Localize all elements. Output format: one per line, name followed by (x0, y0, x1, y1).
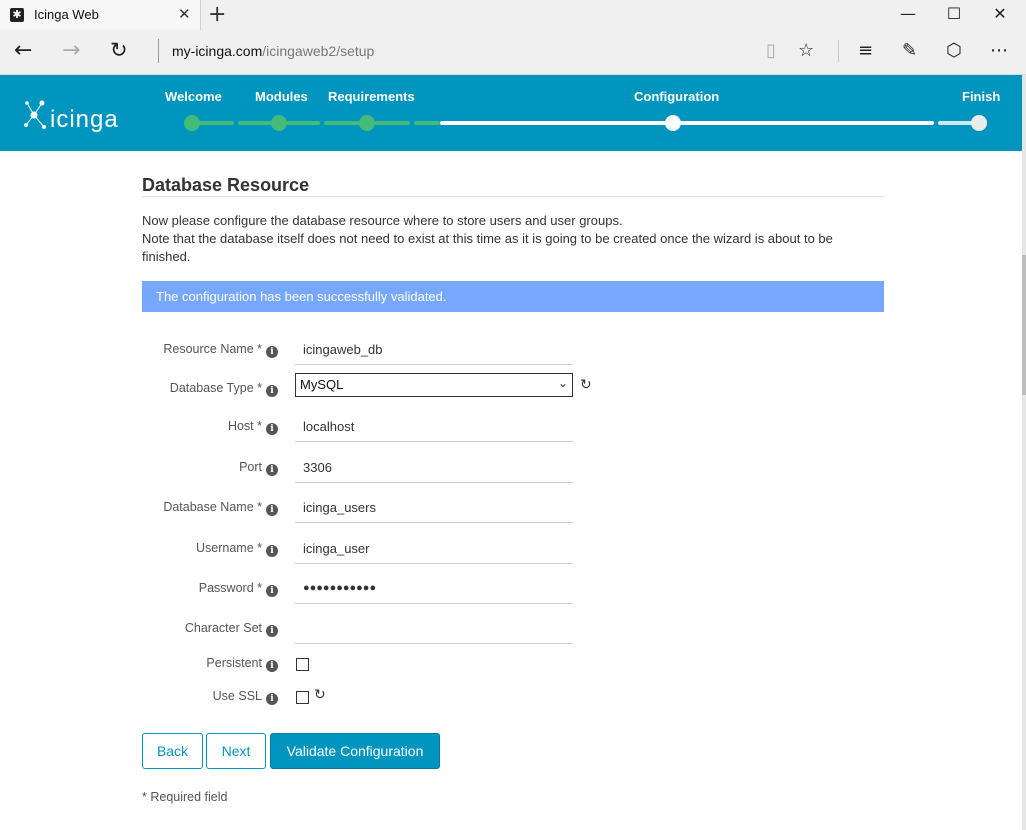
reload-icon[interactable]: ↻ (580, 377, 592, 393)
password-input[interactable]: ●●●●●●●●●●● (295, 573, 573, 604)
form-row-username: Username * i icinga_user (142, 533, 884, 564)
page-title: Database Resource (142, 175, 310, 195)
success-alert: The configuration has been successfully … (142, 281, 884, 312)
browser-tab[interactable]: ✱ Icinga Web ✕ (0, 0, 201, 30)
intro-line-2: Note that the database itself does not n… (142, 231, 833, 264)
more-menu-icon[interactable]: ⋯ (990, 40, 1008, 61)
step-finish-dot (971, 115, 987, 131)
reading-view-icon[interactable]: ▯ (766, 40, 776, 61)
step-requirements-label[interactable]: Requirements (328, 89, 415, 104)
password-label: Password * i (199, 581, 278, 597)
icinga-favicon-icon: ✱ (10, 8, 24, 22)
toolbar-separator (838, 40, 839, 62)
charset-input[interactable] (295, 613, 573, 644)
database-type-select[interactable]: MySQL ⌄ (295, 373, 573, 397)
step-configuration-label[interactable]: Configuration (634, 89, 719, 104)
database-type-label: Database Type * i (170, 381, 278, 397)
url-host: my-icinga.com (172, 43, 263, 59)
chevron-down-icon: ⌄ (557, 376, 568, 390)
info-icon[interactable]: i (266, 660, 278, 672)
page-scrollbar[interactable] (1022, 75, 1026, 830)
share-icon[interactable]: ⬡ (946, 40, 962, 61)
persistent-label: Persistent i (206, 656, 278, 672)
info-icon[interactable]: i (266, 545, 278, 557)
form-row-use-ssl: Use SSL i ↻ (142, 687, 884, 718)
back-arrow-icon[interactable]: ← (14, 38, 32, 63)
setup-header: icinga Welcome Modules Requirements Conf… (0, 75, 1022, 151)
step-modules-dot (271, 115, 287, 131)
step-configuration-dot (665, 115, 681, 131)
form-row-charset: Character Set i (142, 613, 884, 644)
scrollbar-thumb[interactable] (1022, 255, 1026, 395)
alert-text: The configuration has been successfully … (156, 289, 447, 304)
form-row-database-type: Database Type * i MySQL ⌄ ↻ (142, 373, 884, 403)
minimize-button[interactable]: — (888, 4, 928, 23)
form-row-resource-name: Resource Name * i icingaweb_db (142, 334, 884, 365)
resource-name-label: Resource Name * i (163, 342, 278, 358)
info-icon[interactable]: i (266, 693, 278, 705)
back-button[interactable]: Back (142, 733, 203, 769)
step-welcome-label[interactable]: Welcome (165, 89, 222, 104)
page: icinga Welcome Modules Requirements Conf… (0, 75, 1022, 830)
required-field-note: * Required field (142, 790, 228, 804)
address-separator (158, 39, 159, 63)
info-icon[interactable]: i (266, 585, 278, 597)
address-bar[interactable]: my-icinga.com/icingaweb2/setup (172, 43, 374, 59)
port-input[interactable]: 3306 (295, 452, 573, 483)
form-row-password: Password * i ●●●●●●●●●●● (142, 573, 884, 604)
step-modules-label[interactable]: Modules (255, 89, 308, 104)
form-row-persistent: Persistent i (142, 655, 884, 685)
progress-segment-requirements-end (414, 121, 440, 125)
validate-configuration-button[interactable]: Validate Configuration (270, 733, 440, 769)
hub-menu-icon[interactable]: ≡ (858, 40, 873, 61)
form-row-database-name: Database Name * i icinga_users (142, 492, 884, 523)
username-input[interactable]: icinga_user (295, 533, 573, 564)
persistent-checkbox[interactable] (296, 658, 309, 671)
browser-toolbar: ← → ↻ my-icinga.com/icingaweb2/setup ▯ ☆… (0, 30, 1026, 75)
username-label: Username * i (196, 541, 278, 557)
progress-segment-configuration (440, 121, 934, 125)
database-name-label: Database Name * i (163, 500, 278, 516)
step-finish-label[interactable]: Finish (962, 89, 1000, 104)
info-icon[interactable]: i (266, 464, 278, 476)
resource-name-input[interactable]: icingaweb_db (295, 334, 573, 365)
title-divider (142, 196, 884, 197)
info-icon[interactable]: i (266, 346, 278, 358)
port-label: Port i (239, 460, 278, 476)
step-requirements-dot (359, 115, 375, 131)
refresh-icon[interactable]: ↻ (110, 38, 128, 62)
info-icon[interactable]: i (266, 385, 278, 397)
window-close-button[interactable]: ✕ (980, 4, 1020, 23)
info-icon[interactable]: i (266, 504, 278, 516)
tab-close-icon[interactable]: ✕ (178, 5, 191, 23)
host-label: Host * i (228, 419, 278, 435)
web-note-icon[interactable]: ✎ (902, 40, 917, 61)
use-ssl-label: Use SSL i (213, 689, 278, 705)
charset-label: Character Set i (185, 621, 278, 637)
database-name-input[interactable]: icinga_users (295, 492, 573, 523)
next-button[interactable]: Next (206, 733, 266, 769)
url-path: /icingaweb2/setup (262, 43, 375, 59)
maximize-button[interactable]: ☐ (934, 4, 974, 23)
favorite-star-icon[interactable]: ☆ (798, 40, 814, 61)
step-welcome-dot (184, 115, 200, 131)
logo-text: icinga (50, 106, 119, 133)
reload-icon[interactable]: ↻ (314, 687, 326, 703)
form-row-host: Host * i localhost (142, 411, 884, 442)
form-row-port: Port i 3306 (142, 452, 884, 483)
browser-titlebar: ✱ Icinga Web ✕ + — ☐ ✕ (0, 0, 1026, 31)
use-ssl-checkbox[interactable] (296, 691, 309, 704)
info-icon[interactable]: i (266, 423, 278, 435)
new-tab-button[interactable]: + (208, 2, 226, 27)
host-input[interactable]: localhost (295, 411, 573, 442)
intro-text: Now please configure the database resour… (142, 212, 884, 266)
forward-arrow-icon[interactable]: → (62, 38, 80, 63)
tab-title: Icinga Web (34, 7, 99, 22)
intro-line-1: Now please configure the database resour… (142, 213, 623, 228)
info-icon[interactable]: i (266, 625, 278, 637)
